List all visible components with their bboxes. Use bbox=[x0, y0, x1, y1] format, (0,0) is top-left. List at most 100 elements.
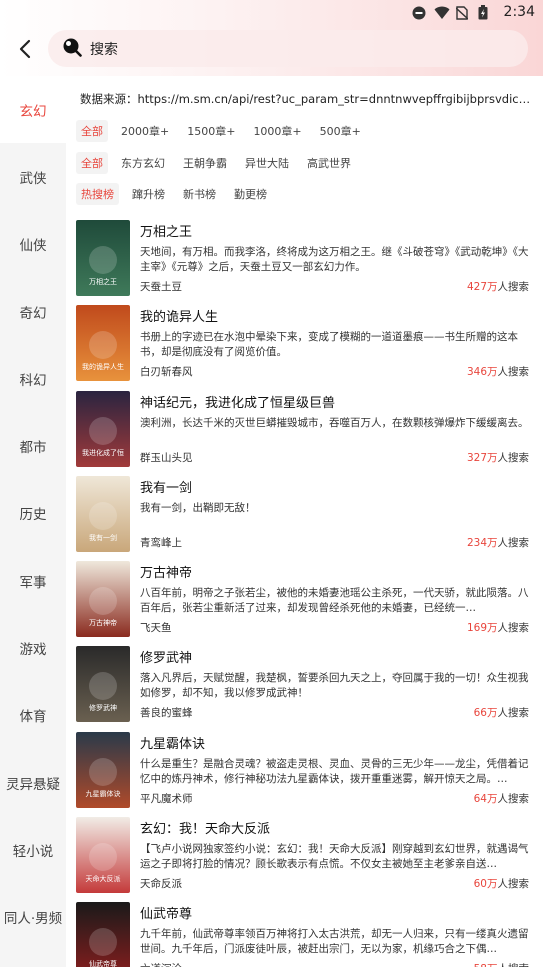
category-filter-chip[interactable]: 全部 bbox=[76, 152, 108, 174]
search-count: 66万人搜索 bbox=[474, 705, 529, 720]
search-count-number: 64万 bbox=[473, 792, 498, 805]
book-title: 我有一剑 bbox=[140, 480, 193, 496]
book-description: 落入凡界后，天赋觉醒，我楚枫，誓要杀回九天之上，夺回属于我的一切！众生视我如修罗… bbox=[140, 672, 529, 700]
book-item[interactable]: 修罗武神 修罗武神 落入凡界后，天赋觉醒，我楚枫，誓要杀回九天之上，夺回属于我的一切… bbox=[76, 644, 533, 729]
sidebar-item-12[interactable]: 同人·男频 bbox=[0, 884, 66, 951]
search-placeholder: 搜索 bbox=[90, 41, 118, 58]
book-title: 九星霸体诀 bbox=[140, 736, 206, 752]
book-item[interactable]: 九星霸体诀 九星霸体诀 什么是重生？是融合灵魂？被盗走灵根、灵血、灵骨的三无少年——… bbox=[76, 730, 533, 815]
length-filter-chip[interactable]: 全部 bbox=[76, 120, 108, 142]
book-cover-image: 九星霸体诀 bbox=[76, 731, 130, 808]
sidebar-item-0[interactable]: 玄幻 bbox=[0, 76, 66, 144]
book-author: 群玉山头见 bbox=[140, 451, 193, 464]
sidebar-item-11[interactable]: 轻小说 bbox=[0, 816, 66, 883]
search-count-suffix: 人搜索 bbox=[497, 451, 530, 464]
book-author: 六道沉沦 bbox=[140, 961, 182, 967]
category-filter-chip[interactable]: 高武世界 bbox=[302, 152, 356, 174]
status-bar: 2:34 bbox=[0, 0, 543, 24]
search-count-suffix: 人搜索 bbox=[497, 281, 530, 293]
book-cover-title: 九星霸体诀 bbox=[86, 789, 121, 798]
ranking-filter-chip[interactable]: 新书榜 bbox=[178, 183, 221, 205]
sidebar-item-8[interactable]: 游戏 bbox=[0, 614, 66, 681]
data-source-text: 数据来源：https://m.sm.cn/api/rest?uc_param_s… bbox=[80, 92, 532, 106]
length-filter-chip[interactable]: 2000章+ bbox=[116, 120, 174, 142]
book-item[interactable]: 我的诡异人生 我的诡异人生 书册上的字迹已在水泡中晕染下来，变成了模糊的一道道墨痕—… bbox=[76, 303, 533, 388]
ranking-filter-chip[interactable]: 热搜榜 bbox=[76, 183, 119, 205]
length-filter-chip[interactable]: 500章+ bbox=[315, 120, 366, 142]
book-cover-image: 万相之王 bbox=[76, 220, 130, 296]
book-item[interactable]: 我有一剑 我有一剑 我有一剑，出鞘即无敌！ 青鸾峰上 234万人搜索 bbox=[76, 474, 533, 559]
status-time: 2:34 bbox=[503, 4, 535, 20]
sidebar-item-1[interactable]: 武侠 bbox=[0, 143, 66, 210]
book-item[interactable]: 天命大反派 玄幻：我！天命大反派 【飞卢小说网独家签约小说：玄幻：我！天命大反派】刚… bbox=[76, 815, 533, 900]
search-icon bbox=[62, 37, 82, 61]
book-description: 八百年前，明帝之子张若尘，被他的未婚妻池瑶公主杀死，一代天骄，就此陨落。八百年后… bbox=[140, 587, 529, 615]
book-cover-title: 万古神帝 bbox=[89, 618, 117, 627]
book-cover-image: 修罗武神 bbox=[76, 646, 130, 723]
category-filter-row: 全部 东方玄幻 王朝争霸 异世大陆 高武世界 bbox=[76, 152, 364, 174]
sidebar-item-6[interactable]: 历史 bbox=[0, 480, 66, 547]
search-count-number: 66万 bbox=[473, 707, 498, 720]
search-count: 346万人搜索 bbox=[467, 364, 529, 379]
book-cover-image: 我进化成了恒 bbox=[76, 390, 130, 467]
category-filter-chip[interactable]: 王朝争霸 bbox=[178, 152, 232, 174]
sidebar-item-9[interactable]: 体育 bbox=[0, 682, 66, 749]
book-cover-title: 万相之王 bbox=[89, 277, 117, 286]
book-description: 【飞卢小说网独家签约小说：玄幻：我！天命大反派】刚穿越到玄幻世界，就遇谒气运之子… bbox=[140, 843, 529, 871]
search-box[interactable]: 搜索 bbox=[48, 30, 528, 67]
book-description: 天地间，有万相。而我李洛，终将成为这万相之王。继《斗破苍穹》《武动乾坤》《大主宰… bbox=[140, 246, 529, 273]
search-count-suffix: 人搜索 bbox=[497, 707, 530, 720]
ranking-filter-row: 热搜榜 蹿升榜 新书榜 勤更榜 bbox=[76, 183, 280, 205]
sidebar-item-7[interactable]: 军事 bbox=[0, 547, 66, 614]
sidebar-item-5[interactable]: 都市 bbox=[0, 412, 66, 479]
category-filter-chip[interactable]: 异世大陆 bbox=[240, 152, 294, 174]
sidebar-item-10[interactable]: 灵异悬疑 bbox=[0, 749, 66, 816]
header: 搜索 bbox=[0, 30, 543, 68]
book-item[interactable]: 我进化成了恒 神话纪元，我进化成了恒星级巨兽 澳利洲，长达千米的灭世巨蟒摧毁城市，吞… bbox=[76, 389, 533, 474]
book-cover-title: 我进化成了恒 bbox=[82, 448, 124, 457]
book-cover-title: 仙武帝尊 bbox=[89, 959, 117, 967]
ranking-filter-chip[interactable]: 蹿升榜 bbox=[127, 183, 170, 205]
book-cover-title: 天命大反派 bbox=[86, 874, 121, 883]
search-count-suffix: 人搜索 bbox=[497, 792, 530, 805]
book-author: 天蚕土豆 bbox=[140, 281, 182, 293]
book-cover-image: 天命大反派 bbox=[76, 817, 130, 894]
ranking-filter-chip[interactable]: 勤更榜 bbox=[229, 183, 272, 205]
book-cover-title: 修罗武神 bbox=[89, 703, 117, 712]
main-content: 数据来源：https://m.sm.cn/api/rest?uc_param_s… bbox=[66, 76, 543, 967]
sidebar-item-4[interactable]: 科幻 bbox=[0, 345, 66, 412]
search-count-suffix: 人搜索 bbox=[498, 963, 530, 967]
search-count-suffix: 人搜索 bbox=[497, 366, 530, 379]
back-button[interactable] bbox=[14, 38, 36, 60]
back-arrow-icon bbox=[19, 39, 31, 59]
sidebar-item-3[interactable]: 奇幻 bbox=[0, 278, 66, 345]
search-count-number: 327万 bbox=[466, 451, 498, 464]
book-item[interactable]: 仙武帝尊 仙武帝尊 九千年前，仙武帝尊率领百万神将打入太古洪荒，却无一人归来，只有一… bbox=[76, 900, 533, 967]
category-filter-chip[interactable]: 东方玄幻 bbox=[116, 152, 170, 174]
book-author: 飞天鱼 bbox=[140, 622, 172, 635]
book-title: 神话纪元，我进化成了恒星级巨兽 bbox=[140, 395, 336, 411]
book-author: 青鸾峰上 bbox=[140, 536, 182, 549]
length-filter-row: 全部 2000章+ 1500章+ 1000章+ 500章+ bbox=[76, 120, 374, 142]
book-title: 万古神帝 bbox=[140, 566, 193, 582]
do-not-disturb-icon bbox=[412, 5, 426, 20]
search-count-number: 60万 bbox=[473, 878, 498, 891]
length-filter-chip[interactable]: 1000章+ bbox=[248, 120, 306, 142]
battery-icon bbox=[478, 5, 492, 20]
book-title: 修罗武神 bbox=[140, 651, 193, 667]
sidebar-item-2[interactable]: 仙侠 bbox=[0, 211, 66, 278]
book-cover-image: 我有一剑 bbox=[76, 475, 130, 552]
search-count: 60万人搜索 bbox=[474, 876, 529, 891]
book-item[interactable]: 万古神帝 万古神帝 八百年前，明帝之子张若尘，被他的未婚妻池瑶公主杀死，一代天骄，就… bbox=[76, 559, 533, 644]
book-title: 我的诡异人生 bbox=[140, 310, 219, 326]
search-count-number: 58万 bbox=[474, 963, 498, 967]
book-description: 什么是重生？是融合灵魂？被盗走灵根、灵血、灵骨的三无少年——龙尘，凭借着记忆中的… bbox=[140, 757, 529, 785]
length-filter-chip[interactable]: 1500章+ bbox=[182, 120, 240, 142]
category-sidebar: 玄幻 武侠 仙侠 奇幻 科幻 都市 历史 军事 游戏 体育 灵异悬疑 轻小说 同人·男频 bbox=[0, 76, 66, 967]
search-count-number: 169万 bbox=[466, 622, 498, 635]
search-count: 58万人搜索 bbox=[474, 961, 529, 967]
book-item[interactable]: 万相之王 万相之王 天地间，有万相。而我李洛，终将成为这万相之王。继《斗破苍穹》《武… bbox=[76, 218, 533, 303]
search-count-number: 234万 bbox=[466, 536, 498, 549]
no-sim-icon bbox=[455, 5, 470, 20]
book-author: 平凡魔术师 bbox=[140, 792, 193, 805]
